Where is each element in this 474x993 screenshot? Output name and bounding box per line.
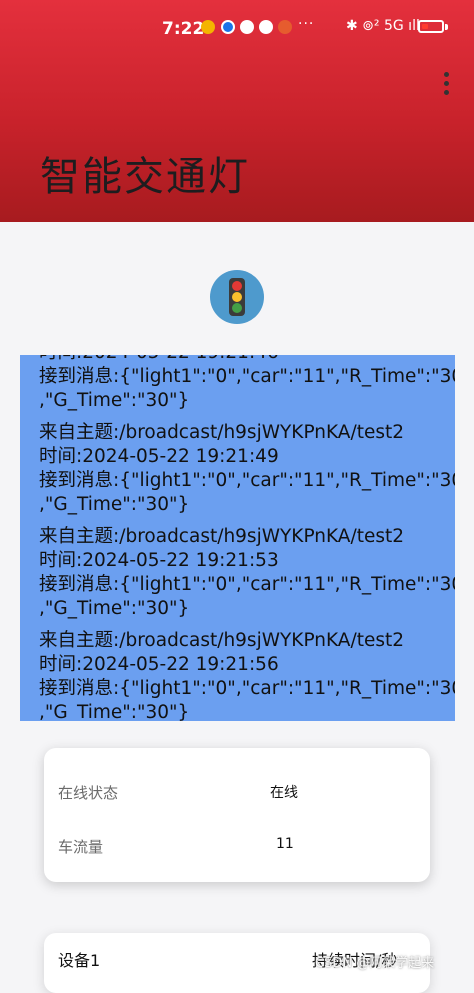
battery-tip — [445, 24, 448, 30]
signal-icons: ✱ ⊚² 5G ıll — [346, 18, 420, 34]
page-title: 智能交通灯 — [40, 154, 250, 200]
notification-icon — [278, 20, 292, 34]
online-status-label: 在线状态 — [58, 784, 119, 802]
log-line: 接到消息:{"light1":"0","car":"11","R_Time":"… — [39, 574, 455, 595]
log-line: 来自主题:/broadcast/h9sjWYKPnKA/test2 — [39, 630, 404, 651]
log-line: ,"G_Time":"30"} — [39, 390, 190, 411]
log-line: ,"G_Time":"30"} — [39, 702, 190, 721]
online-status-value: 在线 — [270, 785, 298, 801]
notification-icon — [259, 20, 273, 34]
log-line: ,"G_Time":"30"} — [39, 598, 190, 619]
log-entry: 时间:2024-05-22 19:21:46 接到消息:{"light1":"0… — [39, 355, 455, 413]
log-line: 接到消息:{"light1":"0","car":"11","R_Time":"… — [39, 678, 455, 699]
notification-icon — [221, 20, 235, 34]
more-notifications-icon: ··· — [298, 16, 315, 32]
log-line: ,"G_Time":"30"} — [39, 494, 190, 515]
log-line: 时间:2024-05-22 19:21:49 — [39, 446, 279, 467]
battery-icon — [418, 20, 444, 33]
app-header: 7:22 ··· ✱ ⊚² 5G ıll 智能交通灯 — [0, 0, 474, 222]
log-entry: 来自主题:/broadcast/h9sjWYKPnKA/test2 时间:202… — [39, 525, 455, 621]
status-card: 在线状态 在线 车流量 11 — [44, 748, 430, 882]
device-label: 设备1 — [58, 951, 101, 970]
log-line: 时间:2024-05-22 19:21:53 — [39, 550, 279, 571]
log-line: 时间:2024-05-22 19:21:56 — [39, 654, 279, 675]
notification-icon — [240, 20, 254, 34]
traffic-flow-label: 车流量 — [58, 838, 104, 856]
traffic-light-icon — [210, 270, 264, 324]
status-bar: 7:22 ··· ✱ ⊚² 5G ıll — [0, 0, 474, 56]
log-line: 时间:2024-05-22 19:21:46 — [39, 355, 455, 365]
log-entry: 来自主题:/broadcast/h9sjWYKPnKA/test2 时间:202… — [39, 629, 455, 721]
log-line: 接到消息:{"light1":"0","car":"11","R_Time":"… — [39, 366, 455, 387]
status-time: 7:22 — [162, 19, 205, 39]
log-entry: 来自主题:/broadcast/h9sjWYKPnKA/test2 时间:202… — [39, 421, 455, 517]
message-log-content: 时间:2024-05-22 19:21:46 接到消息:{"light1":"0… — [39, 355, 455, 721]
message-log[interactable]: 时间:2024-05-22 19:21:46 接到消息:{"light1":"0… — [20, 355, 455, 721]
log-line: 来自主题:/broadcast/h9sjWYKPnKA/test2 — [39, 526, 404, 547]
log-line: 接到消息:{"light1":"0","car":"11","R_Time":"… — [39, 470, 455, 491]
watermark: CSDN @阿呆学起来 — [315, 956, 435, 971]
traffic-flow-value: 11 — [276, 836, 294, 852]
log-line: 来自主题:/broadcast/h9sjWYKPnKA/test2 — [39, 422, 404, 443]
more-options-icon[interactable] — [436, 72, 456, 98]
notification-icon — [201, 20, 215, 34]
